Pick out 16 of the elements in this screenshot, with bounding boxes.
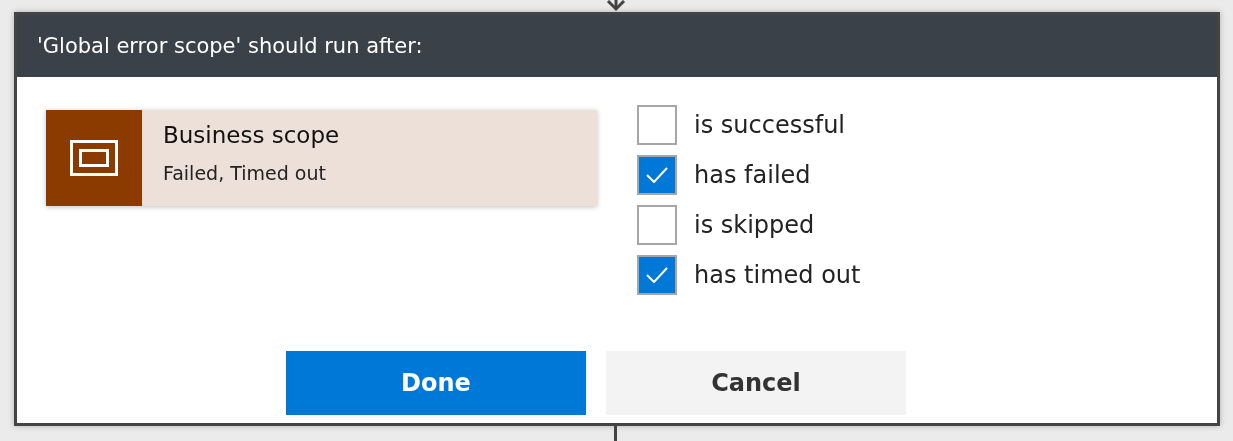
cancel-button[interactable]: Cancel xyxy=(606,351,906,415)
checkbox[interactable] xyxy=(637,205,677,245)
checkbox-label: is successful xyxy=(694,111,845,139)
checkbox-label: has failed xyxy=(694,161,811,189)
dialog-title: 'Global error scope' should run after: xyxy=(37,34,423,58)
checkbox-label: has timed out xyxy=(694,261,861,289)
action-name: Business scope xyxy=(163,122,340,148)
checkbox[interactable] xyxy=(637,255,677,295)
checkbox[interactable] xyxy=(637,155,677,195)
checkmark-icon xyxy=(646,267,668,283)
checkbox-label: is skipped xyxy=(694,211,815,239)
action-status: Failed, Timed out xyxy=(163,162,327,184)
scope-icon xyxy=(70,140,118,176)
checkmark-icon xyxy=(646,167,668,183)
done-button[interactable]: Done xyxy=(286,351,586,415)
checkbox[interactable] xyxy=(637,105,677,145)
